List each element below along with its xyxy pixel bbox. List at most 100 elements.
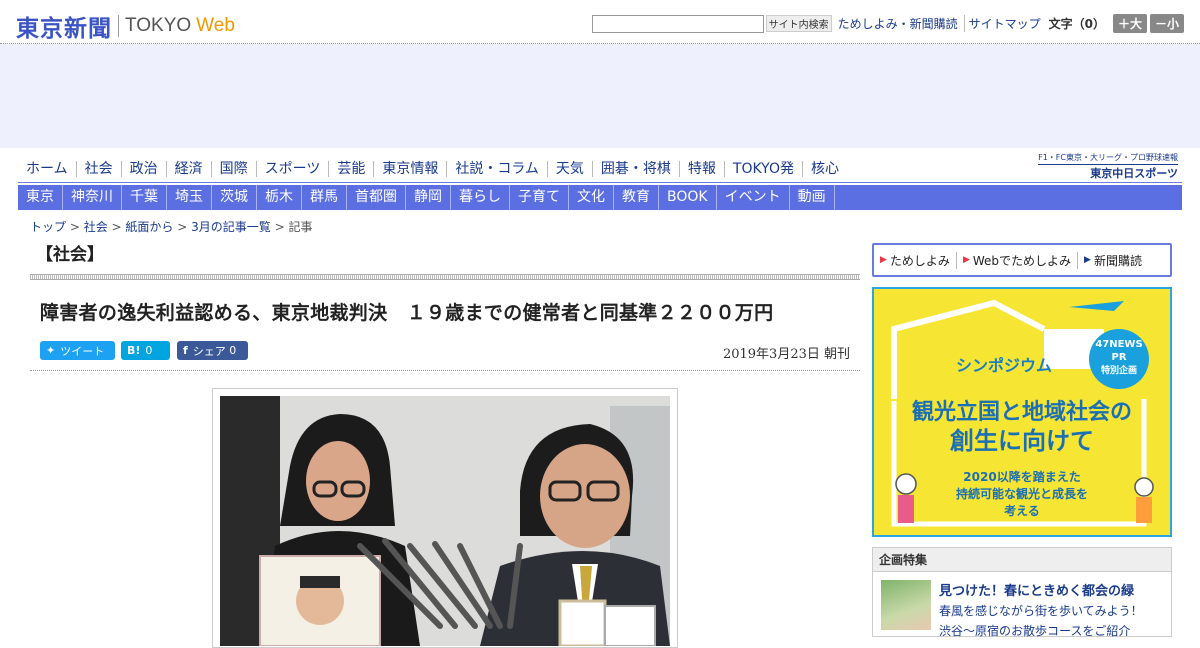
trial-read-link[interactable]: ▶ ためしよみ xyxy=(880,252,956,269)
trial-subscribe-link[interactable]: ためしよみ・新聞購読 xyxy=(838,15,958,32)
ad-badge-pr: PR xyxy=(1111,352,1126,363)
region-ibaraki[interactable]: 茨城 xyxy=(212,185,257,210)
hatena-count: 0 xyxy=(145,344,153,357)
ad-sub-line2: 持続可能な観光と成長を xyxy=(956,486,1088,501)
article-date: 2019年3月23日 朝刊 xyxy=(722,347,850,362)
nav-international[interactable]: 国際 xyxy=(210,161,256,177)
article-photo[interactable] xyxy=(220,396,670,646)
region-nav: 東京 神奈川 千葉 埼玉 茨城 栃木 群馬 首都圏 静岡 暮らし 子育て 文化 … xyxy=(18,185,1182,210)
main-nav: ホーム 社会 政治 経済 国際 スポーツ 芸能 東京情報 社説・コラム 天気 囲… xyxy=(18,153,1182,183)
ad-badge-special: 特別企画 xyxy=(1101,364,1137,376)
breadcrumb-print[interactable]: 紙面から xyxy=(125,220,173,234)
featured-text-1: 春風を感じながら街を歩いてみよう！ xyxy=(939,604,1143,618)
region-chiba[interactable]: 千葉 xyxy=(122,185,167,210)
site-header: 東京新聞 TOKYO Web サイト内検索 ためしよみ・新聞購読 サイトマップ … xyxy=(0,0,1200,44)
twitter-bird-icon: ✦ xyxy=(46,344,56,357)
ad-sub-line3: 考える xyxy=(1004,503,1040,518)
section-title: 【社会】 xyxy=(36,245,104,265)
top-ad-banner[interactable] xyxy=(0,44,1200,148)
region-tochigi[interactable]: 栃木 xyxy=(257,185,302,210)
nav-tokyo-info[interactable]: 東京情報 xyxy=(373,161,446,177)
region-shizuoka[interactable]: 静岡 xyxy=(406,185,451,210)
facebook-share-count: 0 xyxy=(229,344,237,357)
facebook-share-button[interactable]: f シェア 0 xyxy=(177,341,248,360)
arrow-right-icon: ▶ xyxy=(880,255,887,265)
breadcrumb-society[interactable]: 社会 xyxy=(84,220,108,234)
logo-divider xyxy=(118,15,119,37)
nav-society[interactable]: 社会 xyxy=(75,161,121,177)
nav-weather[interactable]: 天気 xyxy=(546,161,592,177)
subscribe-link[interactable]: ▶ 新聞購読 xyxy=(1077,251,1148,269)
region-gunma[interactable]: 群馬 xyxy=(302,185,347,210)
share-row: ✦ ツイート B! 0 f シェア 0 2019年3月23日 朝刊 xyxy=(30,341,860,362)
sitemap-link[interactable]: サイトマップ xyxy=(963,15,1041,32)
nav-entertainment[interactable]: 芸能 xyxy=(328,161,373,177)
nav-home[interactable]: ホーム xyxy=(18,161,76,177)
tweet-button[interactable]: ✦ ツイート xyxy=(40,341,115,360)
subscribe-label: 新聞購読 xyxy=(1093,253,1142,268)
region-tokyo[interactable]: 東京 xyxy=(18,185,63,210)
subscription-links: ▶ ためしよみ ▶ Webでためしよみ ▶ 新聞購読 xyxy=(872,243,1172,277)
breadcrumb: トップ > 社会 > 紙面から > 3月の記事一覧 > 記事 xyxy=(30,220,313,234)
breadcrumb-march-list[interactable]: 3月の記事一覧 xyxy=(191,220,271,234)
trial-read-label: ためしよみ xyxy=(889,253,950,268)
nav-book[interactable]: BOOK xyxy=(659,185,717,210)
arrow-right-icon: ▶ xyxy=(1084,255,1091,265)
site-search-input[interactable] xyxy=(591,14,764,33)
nav-living[interactable]: 暮らし xyxy=(451,185,510,210)
site-search-button[interactable]: サイト内検索 xyxy=(765,15,832,32)
section-divider xyxy=(30,274,860,280)
font-bigger-button[interactable]: ＋大 xyxy=(1112,14,1147,33)
ad-sub-line1: 2020以降を踏まえた xyxy=(963,469,1080,484)
nav-culture[interactable]: 文化 xyxy=(569,185,614,210)
region-kanagawa[interactable]: 神奈川 xyxy=(63,185,122,210)
nav-parenting[interactable]: 子育て xyxy=(510,185,569,210)
ad-title-line1: 観光立国と地域社会の xyxy=(912,399,1132,425)
nav-education[interactable]: 教育 xyxy=(614,185,659,210)
font-size-label: 文字（0） xyxy=(1048,17,1105,31)
sports-link-title: 東京中日スポーツ xyxy=(1038,164,1178,181)
region-shutoken[interactable]: 首都圏 xyxy=(347,185,406,210)
nav-kakushin[interactable]: 核心 xyxy=(801,161,847,177)
featured-text-2: 渋谷～原宿のお散歩コースをご紹介 xyxy=(939,624,1131,638)
symposium-ad-banner[interactable]: 47NEWS PR 特別企画 シンポジウム 観光立国と地域社会の 創生に向けて … xyxy=(872,287,1172,537)
article-headline: 障害者の逸失利益認める、東京地裁判決 １９歳までの健常者と同基準２２００万円 xyxy=(40,302,774,324)
sports-link-caption: F1・FC東京・大リーグ・プロ野球速報 xyxy=(1038,153,1178,162)
tweet-label: ツイート xyxy=(60,344,105,358)
ad-symposium-label: シンポジウム xyxy=(956,356,1052,375)
featured-title[interactable]: 見つけた！春にときめく都会の緑 xyxy=(939,580,1143,599)
nav-video[interactable]: 動画 xyxy=(790,185,835,210)
logo-tokyo-text: TOKYO xyxy=(125,15,192,36)
web-trial-read-label: Webでためしよみ xyxy=(972,253,1072,268)
nav-politics[interactable]: 政治 xyxy=(120,161,166,177)
facebook-share-label: シェア xyxy=(192,344,226,358)
nav-editorial[interactable]: 社説・コラム xyxy=(446,161,547,177)
article-photo-frame xyxy=(212,388,678,648)
font-smaller-button[interactable]: －小 xyxy=(1149,14,1184,33)
ad-title-line2: 創生に向けて xyxy=(950,427,1094,455)
hatena-icon: B! xyxy=(127,344,141,357)
site-logo[interactable]: 東京新聞 TOKYO Web xyxy=(16,9,235,43)
nav-economy[interactable]: 経済 xyxy=(165,161,211,177)
featured-special-header: 企画特集 xyxy=(873,548,1171,572)
featured-thumbnail[interactable] xyxy=(881,580,931,630)
nav-go-shogi[interactable]: 囲碁・将棋 xyxy=(591,161,679,177)
header-tools: サイト内検索 ためしよみ・新聞購読 サイトマップ 文字（0） ＋大 －小 xyxy=(591,14,1184,33)
featured-item[interactable]: 見つけた！春にときめく都会の緑 春風を感じながら街を歩いてみよう！ 渋谷～原宿の… xyxy=(873,572,1171,647)
chunichi-sports-link[interactable]: F1・FC東京・大リーグ・プロ野球速報 東京中日スポーツ xyxy=(1038,152,1178,181)
ad-badge-47news: 47NEWS xyxy=(1095,339,1142,350)
web-trial-read-link[interactable]: ▶ Webでためしよみ xyxy=(955,251,1077,269)
featured-special: 企画特集 見つけた！春にときめく都会の緑 春風を感じながら街を歩いてみよう！ 渋… xyxy=(872,547,1172,638)
logo-web-text: Web xyxy=(196,15,235,36)
nav-event[interactable]: イベント xyxy=(717,185,790,210)
headline-divider xyxy=(30,370,860,371)
hatena-bookmark-button[interactable]: B! 0 xyxy=(121,341,170,360)
press-conference-photo xyxy=(220,396,670,646)
facebook-icon: f xyxy=(183,344,188,357)
nav-tokuho[interactable]: 特報 xyxy=(678,161,724,177)
nav-tokyo-hatsu[interactable]: TOKYO発 xyxy=(723,161,802,177)
nav-sports[interactable]: スポーツ xyxy=(255,161,329,177)
region-saitama[interactable]: 埼玉 xyxy=(167,185,212,210)
breadcrumb-top[interactable]: トップ xyxy=(30,220,66,234)
logo-tokyo-shimbun: 東京新聞 xyxy=(16,15,112,42)
